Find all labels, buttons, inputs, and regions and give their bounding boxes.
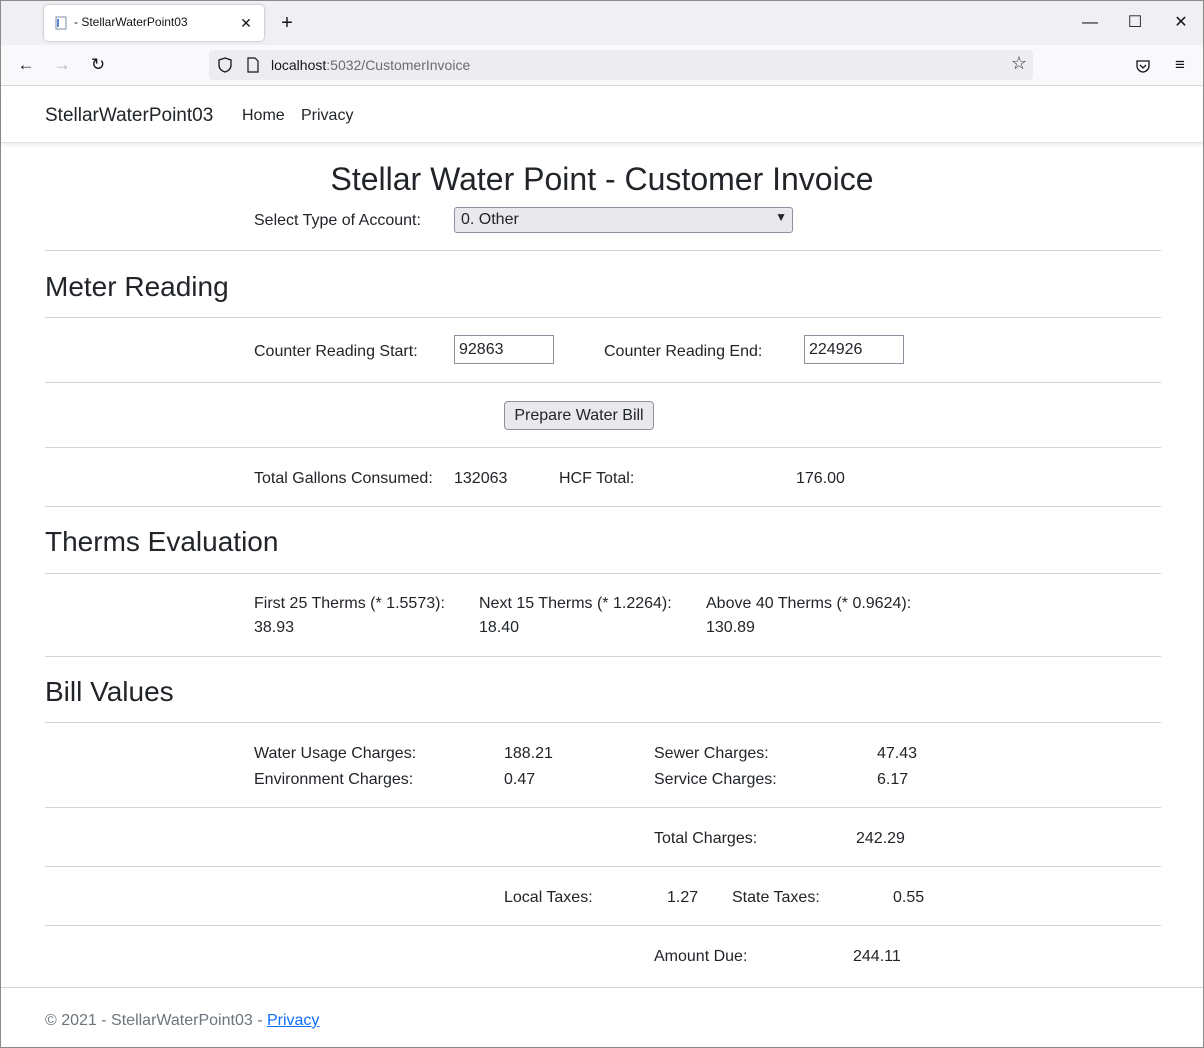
- divider: [45, 656, 1161, 657]
- hcf-label: HCF Total:: [559, 470, 635, 487]
- footer-text: © 2021 - StellarWaterPoint03 - Privacy: [45, 1012, 319, 1030]
- state-taxes-label: State Taxes:: [732, 889, 820, 906]
- url-text: localhost:5032/CustomerInvoice: [271, 57, 471, 73]
- meter-reading-heading: Meter Reading: [45, 271, 229, 302]
- divider: [45, 382, 1161, 383]
- chevron-down-icon: ▼: [775, 210, 787, 224]
- divider: [45, 250, 1161, 251]
- prepare-water-bill-button[interactable]: Prepare Water Bill: [504, 401, 654, 430]
- service-charges-value: 6.17: [877, 771, 909, 788]
- divider: [45, 866, 1161, 867]
- total-charges-label: Total Charges:: [654, 830, 758, 847]
- back-icon[interactable]: ←: [14, 53, 38, 77]
- therms-heading: Therms Evaluation: [45, 526, 279, 557]
- nav-privacy-link[interactable]: Privacy: [301, 107, 353, 125]
- maximize-icon[interactable]: ☐: [1123, 11, 1147, 35]
- account-type-value: 0. Other: [461, 211, 519, 228]
- counter-start-label: Counter Reading Start:: [254, 343, 418, 360]
- brand-link[interactable]: StellarWaterPoint03: [45, 105, 213, 127]
- address-bar[interactable]: localhost:5032/CustomerInvoice ☆: [209, 50, 1033, 80]
- minimize-icon[interactable]: —: [1078, 11, 1102, 35]
- pocket-icon[interactable]: [1135, 58, 1151, 74]
- sewer-charges-label: Sewer Charges:: [654, 745, 769, 762]
- page-icon: [55, 16, 67, 30]
- site-footer: © 2021 - StellarWaterPoint03 - Privacy: [1, 987, 1203, 1048]
- browser-toolbar: ← → ↻ localhost:5032/CustomerInvoice ☆ ≡: [1, 45, 1203, 86]
- environment-charges-value: 0.47: [504, 771, 536, 788]
- close-window-icon[interactable]: ✕: [1169, 11, 1193, 35]
- environment-charges-label: Environment Charges:: [254, 771, 414, 788]
- local-taxes-value: 1.27: [667, 889, 699, 906]
- browser-tab-bar: - StellarWaterPoint03 ✕ + — ☐ ✕: [1, 1, 1203, 45]
- state-taxes-value: 0.55: [893, 889, 925, 906]
- page-title: Stellar Water Point - Customer Invoice: [330, 161, 874, 197]
- page-info-icon[interactable]: [246, 57, 260, 73]
- site-navbar: StellarWaterPoint03 Home Privacy: [1, 87, 1203, 143]
- local-taxes-label: Local Taxes:: [504, 889, 593, 906]
- nav-home-link[interactable]: Home: [242, 107, 285, 125]
- sewer-charges-value: 47.43: [877, 745, 918, 762]
- bill-values-heading: Bill Values: [45, 676, 174, 707]
- tab-title: - StellarWaterPoint03: [74, 15, 188, 29]
- next-therms-label: Next 15 Therms (* 1.2264):: [479, 595, 672, 612]
- amount-due-value: 244.11: [853, 948, 901, 965]
- shield-icon[interactable]: [217, 57, 233, 73]
- account-type-select[interactable]: 0. Other ▼: [454, 207, 793, 233]
- gallons-label: Total Gallons Consumed:: [254, 470, 433, 487]
- above-therms-value: 130.89: [706, 619, 755, 636]
- reload-icon[interactable]: ↻: [86, 53, 110, 77]
- new-tab-icon[interactable]: +: [276, 12, 298, 34]
- footer-privacy-link[interactable]: Privacy: [267, 1012, 319, 1029]
- first-therms-label: First 25 Therms (* 1.5573):: [254, 595, 445, 612]
- counter-end-label: Counter Reading End:: [604, 343, 763, 360]
- service-charges-label: Service Charges:: [654, 771, 777, 788]
- browser-tab[interactable]: - StellarWaterPoint03 ✕: [44, 5, 264, 41]
- divider: [45, 447, 1161, 448]
- account-type-label: Select Type of Account:: [254, 212, 421, 229]
- next-therms-value: 18.40: [479, 619, 520, 636]
- water-charges-value: 188.21: [504, 745, 553, 762]
- divider: [45, 925, 1161, 926]
- divider: [45, 722, 1161, 723]
- divider: [45, 573, 1161, 574]
- menu-icon[interactable]: ≡: [1168, 53, 1192, 77]
- counter-start-input[interactable]: 92863: [454, 335, 554, 364]
- footer-copyright: © 2021 - StellarWaterPoint03 -: [45, 1012, 267, 1029]
- divider: [45, 807, 1161, 808]
- counter-end-input[interactable]: 224926: [804, 335, 904, 364]
- first-therms-value: 38.93: [254, 619, 295, 636]
- water-charges-label: Water Usage Charges:: [254, 745, 417, 762]
- divider: [45, 506, 1161, 507]
- gallons-value: 132063: [454, 470, 508, 487]
- bookmark-star-icon[interactable]: ☆: [1011, 53, 1027, 74]
- total-charges-value: 242.29: [856, 830, 905, 847]
- forward-icon[interactable]: →: [50, 53, 74, 77]
- hcf-value: 176.00: [796, 470, 845, 487]
- amount-due-label: Amount Due:: [654, 948, 748, 965]
- close-tab-icon[interactable]: ✕: [236, 13, 256, 33]
- divider: [45, 317, 1161, 318]
- above-therms-label: Above 40 Therms (* 0.9624):: [706, 595, 912, 612]
